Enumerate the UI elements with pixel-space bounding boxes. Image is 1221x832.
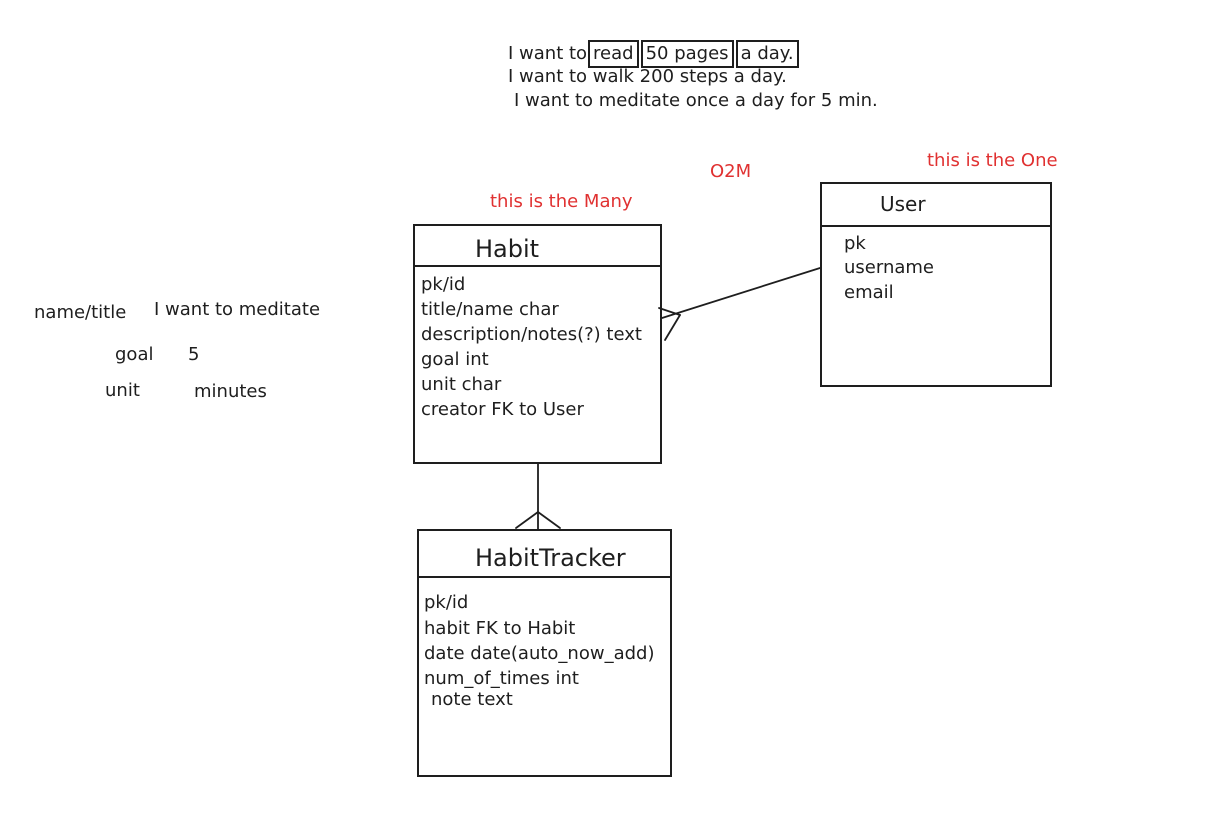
- habit-tracker-field: note text: [431, 689, 513, 710]
- goal-sentence-3: I want to meditate once a day for 5 min.: [514, 90, 878, 111]
- user-entity-title: User: [880, 192, 926, 216]
- one-annotation: this is the One: [927, 150, 1058, 171]
- habit-field: goal int: [421, 349, 489, 370]
- habit-tracker-entity-title: HabitTracker: [475, 544, 626, 572]
- user-entity-divider: [822, 225, 1050, 227]
- read-word-box: read: [588, 40, 639, 68]
- habit-entity: Habit pk/id title/name char description/…: [413, 224, 662, 464]
- o2m-annotation: O2M: [710, 161, 752, 182]
- goal-sentence-2: I want to walk 200 steps a day.: [508, 66, 787, 87]
- goal-sentence-1: I want to read 50 pages a day.: [508, 40, 800, 68]
- habit-tracker-entity-divider: [419, 576, 670, 578]
- habit-tracker-entity: HabitTracker pk/id habit FK to Habit dat…: [417, 529, 672, 777]
- example-goal-label: goal: [115, 344, 154, 365]
- goal-sentence-1-prefix: I want to: [508, 43, 588, 64]
- habit-entity-divider: [415, 265, 660, 267]
- pages-box: 50 pages: [640, 40, 734, 68]
- example-unit-label: unit: [105, 380, 140, 401]
- user-field: email: [844, 282, 894, 303]
- user-field: username: [844, 257, 934, 278]
- habit-field: pk/id: [421, 274, 466, 295]
- habit-tracker-field: date date(auto_now_add): [424, 643, 655, 664]
- habit-field: description/notes(?) text: [421, 324, 642, 345]
- example-unit-value: minutes: [194, 381, 267, 402]
- habit-tracker-relationship: [515, 462, 561, 531]
- day-box: a day.: [735, 40, 799, 68]
- example-name-value: I want to meditate: [154, 299, 321, 320]
- user-field: pk: [844, 233, 866, 254]
- example-name-label: name/title: [34, 302, 127, 323]
- user-entity: User pk username email: [820, 182, 1052, 387]
- habit-field: unit char: [421, 374, 502, 395]
- habit-entity-title: Habit: [475, 235, 540, 263]
- habit-field: creator FK to User: [421, 399, 584, 420]
- tracker-crow-foot-left: [515, 511, 539, 529]
- crow-foot-lower: [664, 314, 681, 341]
- habit-user-line: [661, 267, 821, 319]
- crow-foot-upper: [658, 307, 681, 316]
- habit-field: title/name char: [421, 299, 559, 320]
- many-annotation: this is the Many: [490, 191, 633, 212]
- example-goal-value: 5: [188, 344, 200, 365]
- habit-tracker-field: pk/id: [424, 592, 469, 613]
- diagram-canvas: I want to read 50 pages a day. I want to wa…: [0, 0, 1221, 832]
- habit-user-relationship: [658, 267, 821, 341]
- habit-tracker-field: habit FK to Habit: [424, 618, 576, 639]
- tracker-crow-foot-right: [537, 511, 561, 529]
